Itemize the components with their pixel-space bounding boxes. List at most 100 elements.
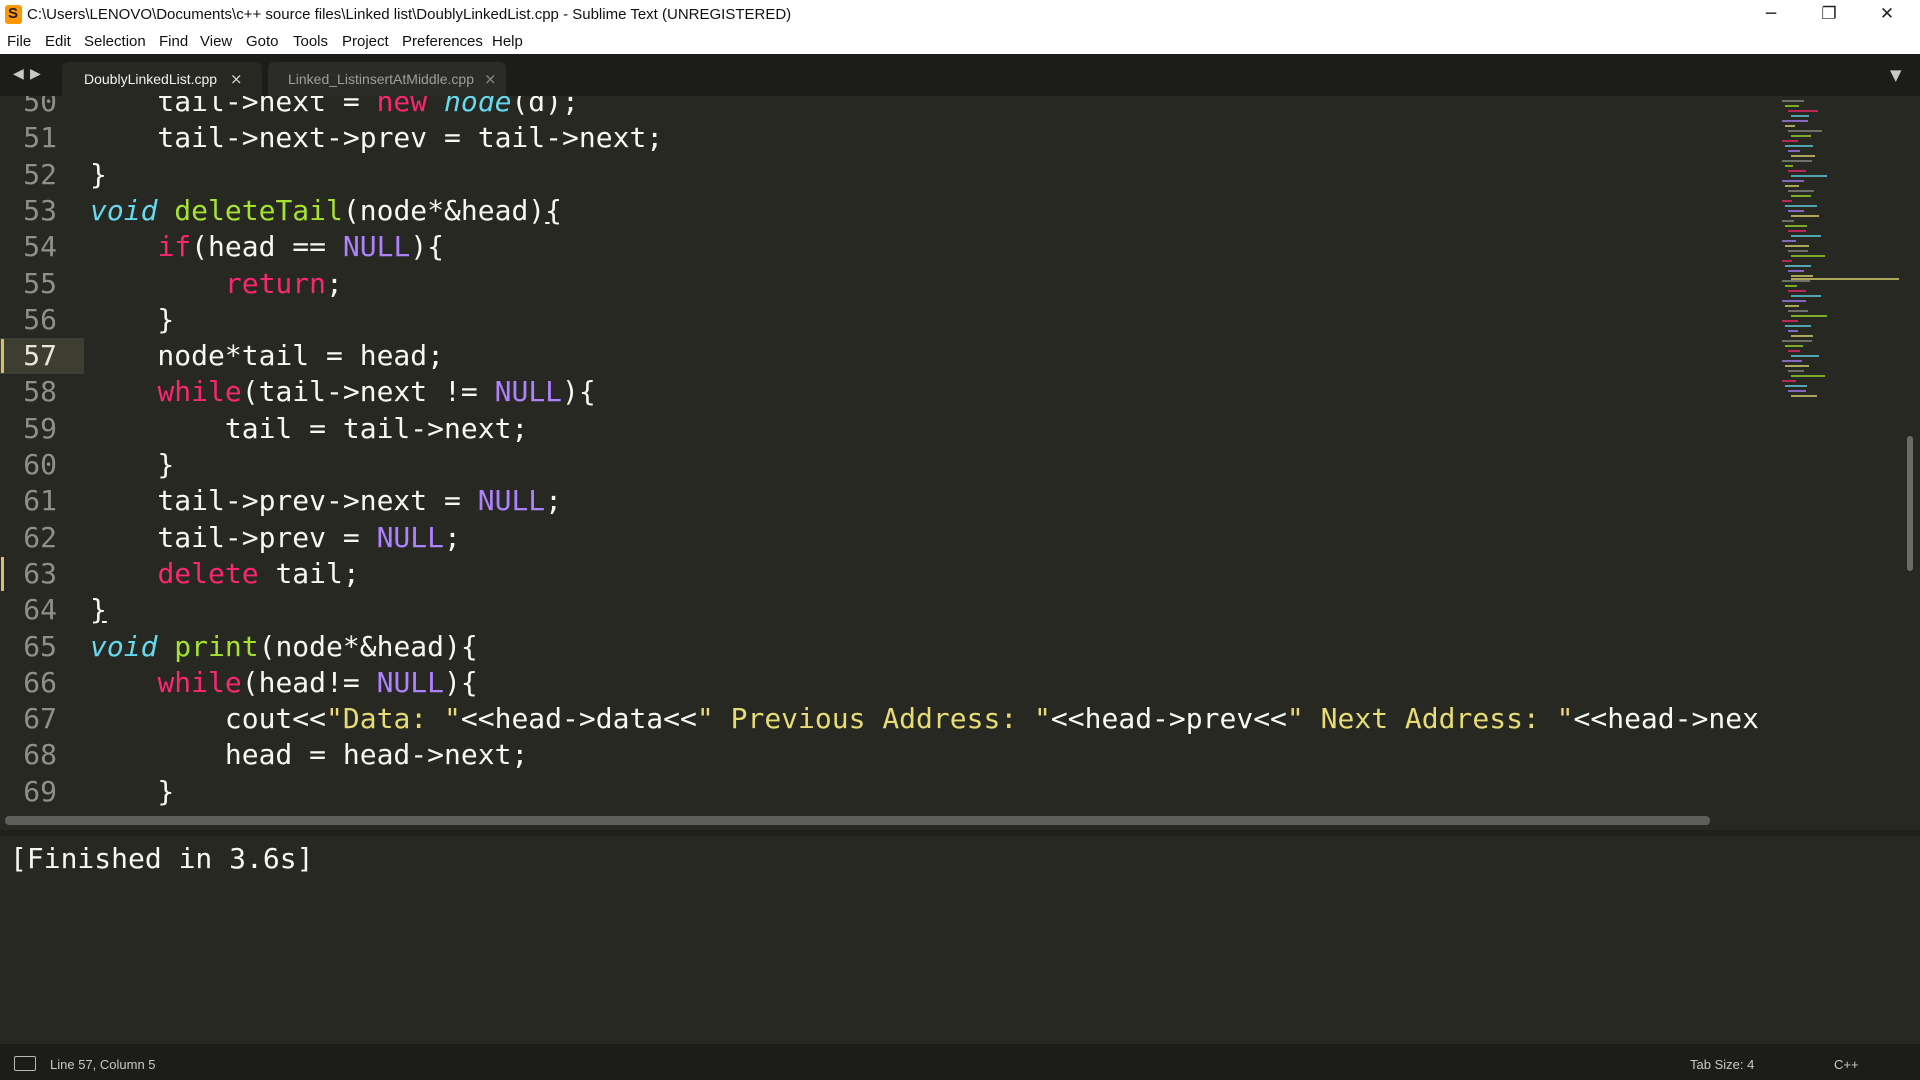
code-line[interactable]: if(head == NULL){ — [90, 229, 444, 265]
code-token: NULL — [376, 665, 445, 699]
code-line[interactable]: tail->prev->next = NULL; — [90, 483, 562, 519]
menu-item-project[interactable]: Project — [342, 33, 389, 50]
code-token: NULL — [342, 230, 411, 264]
code-line[interactable]: while(head!= NULL){ — [90, 665, 478, 701]
line-number: 59 — [23, 411, 57, 445]
code-line[interactable]: tail->next = new node(d); — [90, 96, 579, 120]
code-line[interactable]: void deleteTail(node*&head){ — [90, 193, 562, 229]
code-line[interactable]: head = head->next; — [90, 737, 528, 773]
close-window-button[interactable]: ✕ — [1858, 0, 1916, 30]
minimap[interactable] — [1782, 100, 1902, 410]
code-token: delete — [157, 556, 259, 590]
line-number: 61 — [23, 484, 57, 518]
minimap-line — [1791, 335, 1813, 337]
menu-item-view[interactable]: View — [200, 33, 232, 50]
minimap-line — [1788, 270, 1804, 272]
menu-item-file[interactable]: File — [7, 33, 31, 50]
minimap-line — [1791, 195, 1811, 197]
menu-item-selection[interactable]: Selection — [84, 33, 146, 50]
minimap-line — [1782, 200, 1792, 202]
code-token: ){ — [562, 375, 596, 409]
line-number: 51 — [23, 121, 57, 155]
tab-back-arrow-icon[interactable]: ◀ — [13, 66, 24, 82]
code-line[interactable]: } — [90, 157, 107, 193]
code-line[interactable]: return; — [90, 266, 343, 302]
minimap-line — [1782, 180, 1804, 182]
line-number: 65 — [23, 629, 57, 663]
line-number: 55 — [23, 266, 57, 300]
minimap-line — [1782, 360, 1802, 362]
code-line[interactable]: while(tail->next != NULL){ — [90, 374, 596, 410]
tab-linked-list-insert-at-middle[interactable]: Linked_ListinsertAtMiddle.cpp × — [268, 62, 506, 96]
tab-overflow-icon[interactable]: ▼ — [1890, 66, 1902, 84]
code-token: node*tail = head; — [90, 339, 445, 373]
line-number: 53 — [23, 193, 57, 227]
menu-item-edit[interactable]: Edit — [45, 33, 71, 50]
code-token: (d); — [511, 96, 579, 118]
build-output-text: [Finished in 3.6s] — [10, 842, 314, 875]
tab-close-icon[interactable]: × — [230, 70, 243, 88]
code-token: } — [90, 157, 107, 191]
code-line[interactable]: void print(node*&head){ — [90, 629, 478, 665]
syntax-indicator[interactable]: C++ — [1834, 1057, 1859, 1072]
code-token: (node*&head) — [342, 193, 546, 227]
code-line[interactable]: } — [90, 774, 174, 810]
code-line[interactable]: } — [90, 302, 174, 338]
minimap-line — [1788, 110, 1818, 112]
code-line[interactable]: } — [90, 592, 107, 628]
tab-forward-arrow-icon[interactable]: ▶ — [30, 66, 41, 82]
code-line[interactable]: delete tail; — [90, 556, 359, 592]
code-token: } — [90, 448, 175, 481]
menu-item-help[interactable]: Help — [492, 33, 523, 50]
line-number: 58 — [23, 375, 57, 409]
code-token: cout<< — [90, 702, 327, 736]
code-token: void — [90, 193, 158, 227]
code-token: <<head->prev<< — [1050, 702, 1287, 736]
vertical-scroll-thumb[interactable] — [1907, 436, 1913, 571]
menu-item-find[interactable]: Find — [159, 33, 188, 50]
cursor-position[interactable]: Line 57, Column 5 — [50, 1057, 156, 1072]
menu-item-goto[interactable]: Goto — [246, 33, 279, 50]
code-token: " Next Address: " — [1286, 702, 1574, 736]
code-line[interactable]: tail->prev = NULL; — [90, 520, 461, 556]
minimap-line — [1788, 230, 1806, 232]
menu-item-preferences[interactable]: Preferences — [402, 33, 483, 50]
code-token: <<head->nex — [1573, 702, 1759, 736]
window-title: C:\Users\LENOVO\Documents\c++ source fil… — [27, 6, 792, 23]
minimap-line — [1791, 115, 1809, 117]
code-token: ; — [545, 484, 563, 518]
minimap-line — [1785, 325, 1811, 327]
code-line[interactable]: tail = tail->next; — [90, 411, 528, 447]
minimap-line — [1788, 190, 1814, 192]
code-line[interactable]: cout<<"Data: "<<head->data<<" Previous A… — [90, 701, 1759, 737]
code-editor[interactable]: 50 51 52 53 54 55 56 57 58 59 60 61 62 63 64 65 66 67 68 69… — [0, 96, 1920, 812]
code-token: (head == — [191, 230, 343, 264]
code-token: ){ — [444, 665, 478, 699]
tab-close-icon[interactable]: × — [484, 70, 497, 88]
menu-item-tools[interactable]: Tools — [293, 33, 328, 50]
console-toggle-icon[interactable] — [14, 1056, 36, 1071]
horizontal-scroll-thumb[interactable] — [5, 816, 1710, 825]
code-token: while — [157, 375, 242, 409]
minimap-line — [1788, 350, 1800, 352]
code-line[interactable]: } — [90, 447, 174, 483]
tab-doublylinkedlist[interactable]: DoublyLinkedList.cpp × — [62, 62, 262, 96]
minimize-button[interactable]: ─ — [1742, 0, 1800, 30]
minimap-line — [1788, 250, 1808, 252]
tab-size-indicator[interactable]: Tab Size: 4 — [1690, 1057, 1754, 1072]
menu-bar: File Edit Selection Find View Goto Tools Projec… — [0, 30, 1920, 54]
code-line[interactable]: node*tail = head; — [90, 338, 444, 374]
maximize-button[interactable]: ❐ — [1800, 0, 1858, 30]
code-token: } — [90, 593, 107, 627]
minimap-line — [1788, 170, 1806, 172]
minimap-line — [1782, 120, 1808, 122]
code-token: ; — [444, 520, 461, 554]
horizontal-scrollbar[interactable] — [0, 812, 1920, 830]
code-line[interactable]: tail->next->prev = tail->next; — [90, 120, 663, 156]
status-bar: Line 57, Column 5 Tab Size: 4 C++ — [0, 1044, 1920, 1080]
code-token: (node*&head){ — [258, 629, 478, 663]
line-number: 56 — [23, 302, 57, 336]
